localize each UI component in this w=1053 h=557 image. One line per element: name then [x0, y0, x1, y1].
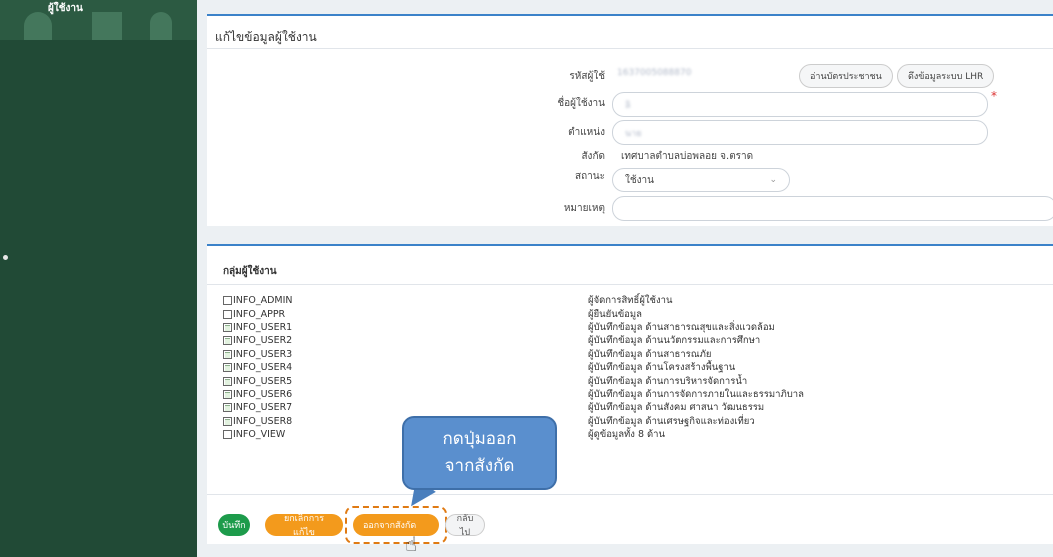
checkbox-user8[interactable]	[223, 416, 232, 426]
affiliation-value: เทศบาลตำบลบ่อพลอย จ.ตราด	[621, 151, 754, 162]
checkbox-user6[interactable]	[223, 389, 232, 399]
sidebar-tab-shape	[150, 12, 172, 40]
checkbox-user5[interactable]	[223, 376, 232, 386]
sidebar-tab-shape	[92, 12, 122, 40]
fetch-lhr-button[interactable]: ดึงข้อมูลระบบ LHR	[897, 64, 995, 88]
callout-line-1: กดปุ่มออก	[442, 429, 517, 449]
username-label: ชื่อผู้ใช้งาน	[557, 98, 605, 109]
status-value: ใช้งาน	[625, 174, 655, 186]
read-id-card-button[interactable]: อ่านบัตรประชาชน	[799, 64, 893, 88]
group-code: INFO_APPR	[233, 308, 286, 320]
user-groups-panel: กลุ่มผู้ใช้งาน INFO_ADMIN ผู้จัดการสิทธิ์…	[207, 244, 1053, 544]
leave-affiliation-button[interactable]: ออกจากสังกัด	[353, 514, 439, 536]
chevron-down-icon: ⌄	[769, 175, 777, 185]
checkbox-user7[interactable]	[223, 403, 232, 413]
checkbox-appr[interactable]	[223, 309, 232, 319]
note-field[interactable]	[612, 196, 1053, 221]
list-item: INFO_USER7 ผู้บันทึกข้อมูล ด้านสังคม ศาสน…	[223, 401, 804, 414]
sidebar-tab-shape	[24, 12, 52, 40]
divider	[207, 284, 1053, 285]
instruction-callout: กดปุ่มออก จากสังกัด	[402, 416, 557, 490]
panel-title: แก้ไขข้อมูลผู้ใช้งาน	[215, 30, 317, 44]
list-item: INFO_APPR ผู้ยืนยันข้อมูล	[223, 307, 804, 320]
list-item: INFO_USER3 ผู้บันทึกข้อมูล ด้านสาธารณภัย	[223, 348, 804, 361]
hand-cursor-icon: ☝	[405, 532, 418, 556]
required-mark: *	[991, 89, 997, 103]
position-label: ตำแหน่ง	[568, 127, 605, 138]
group-code: INFO_USER1	[233, 321, 293, 333]
checkbox-admin[interactable]	[223, 296, 232, 306]
user-code-value: 1637005088870	[617, 68, 692, 78]
list-item: INFO_ADMIN ผู้จัดการสิทธิ์ผู้ใช้งาน	[223, 294, 804, 307]
checkbox-user2[interactable]	[223, 336, 232, 346]
group-code: INFO_ADMIN	[233, 295, 293, 307]
username-field[interactable]: ลิ	[612, 92, 988, 117]
divider	[207, 494, 1053, 495]
note-label: หมายเหตุ	[563, 203, 605, 214]
sidebar: ผู้ใช้งาน	[0, 0, 197, 557]
affiliation-label: สังกัด	[581, 151, 605, 162]
position-value: นาย	[625, 128, 642, 139]
group-code: INFO_USER2	[233, 335, 293, 347]
group-code: INFO_USER5	[233, 375, 293, 387]
group-code: INFO_USER7	[233, 402, 293, 414]
divider	[207, 48, 1053, 49]
checkbox-user4[interactable]	[223, 363, 232, 373]
cancel-edit-button[interactable]: ยกเลิกการแก้ไข	[265, 514, 343, 538]
edit-user-panel: แก้ไขข้อมูลผู้ใช้งาน รหัสผู้ใช้ 16370050…	[207, 14, 1053, 226]
group-code: INFO_USER6	[233, 388, 293, 400]
list-item: INFO_USER5 ผู้บันทึกข้อมูล ด้านการบริหารจ…	[223, 374, 804, 387]
list-item: INFO_USER6 ผู้บันทึกข้อมูล ด้านการจัดการภ…	[223, 388, 804, 401]
callout-line-2: จากสังกัด	[444, 456, 515, 476]
list-item: INFO_USER1 ผู้บันทึกข้อมูล ด้านสาธารณสุขแ…	[223, 321, 804, 334]
group-panel-title: กลุ่มผู้ใช้งาน	[223, 266, 277, 277]
sidebar-header: ผู้ใช้งาน	[0, 0, 197, 40]
checkbox-user1[interactable]	[223, 322, 232, 332]
list-item: INFO_USER2 ผู้บันทึกข้อมูล ด้านนวัตกรรมแล…	[223, 334, 804, 347]
group-code: INFO_USER3	[233, 348, 293, 360]
sidebar-title[interactable]: ผู้ใช้งาน	[48, 1, 83, 16]
save-button[interactable]: บันทึก	[218, 514, 250, 536]
sidebar-handle[interactable]	[3, 255, 8, 260]
username-value: ลิ	[625, 100, 631, 111]
back-button[interactable]: กลับไป	[445, 514, 485, 538]
user-code-label: รหัสผู้ใช้	[569, 71, 605, 82]
status-select[interactable]: ใช้งาน ⌄	[612, 168, 790, 192]
group-desc: ผู้ดูข้อมูลทั้ง 8 ด้าน	[588, 429, 666, 441]
checkbox-view[interactable]	[223, 430, 232, 440]
position-field[interactable]: นาย	[612, 120, 988, 145]
group-code: INFO_USER4	[233, 362, 293, 374]
list-item: INFO_USER4 ผู้บันทึกข้อมูล ด้านโครงสร้างพ…	[223, 361, 804, 374]
checkbox-user3[interactable]	[223, 349, 232, 359]
status-label: สถานะ	[575, 171, 605, 182]
